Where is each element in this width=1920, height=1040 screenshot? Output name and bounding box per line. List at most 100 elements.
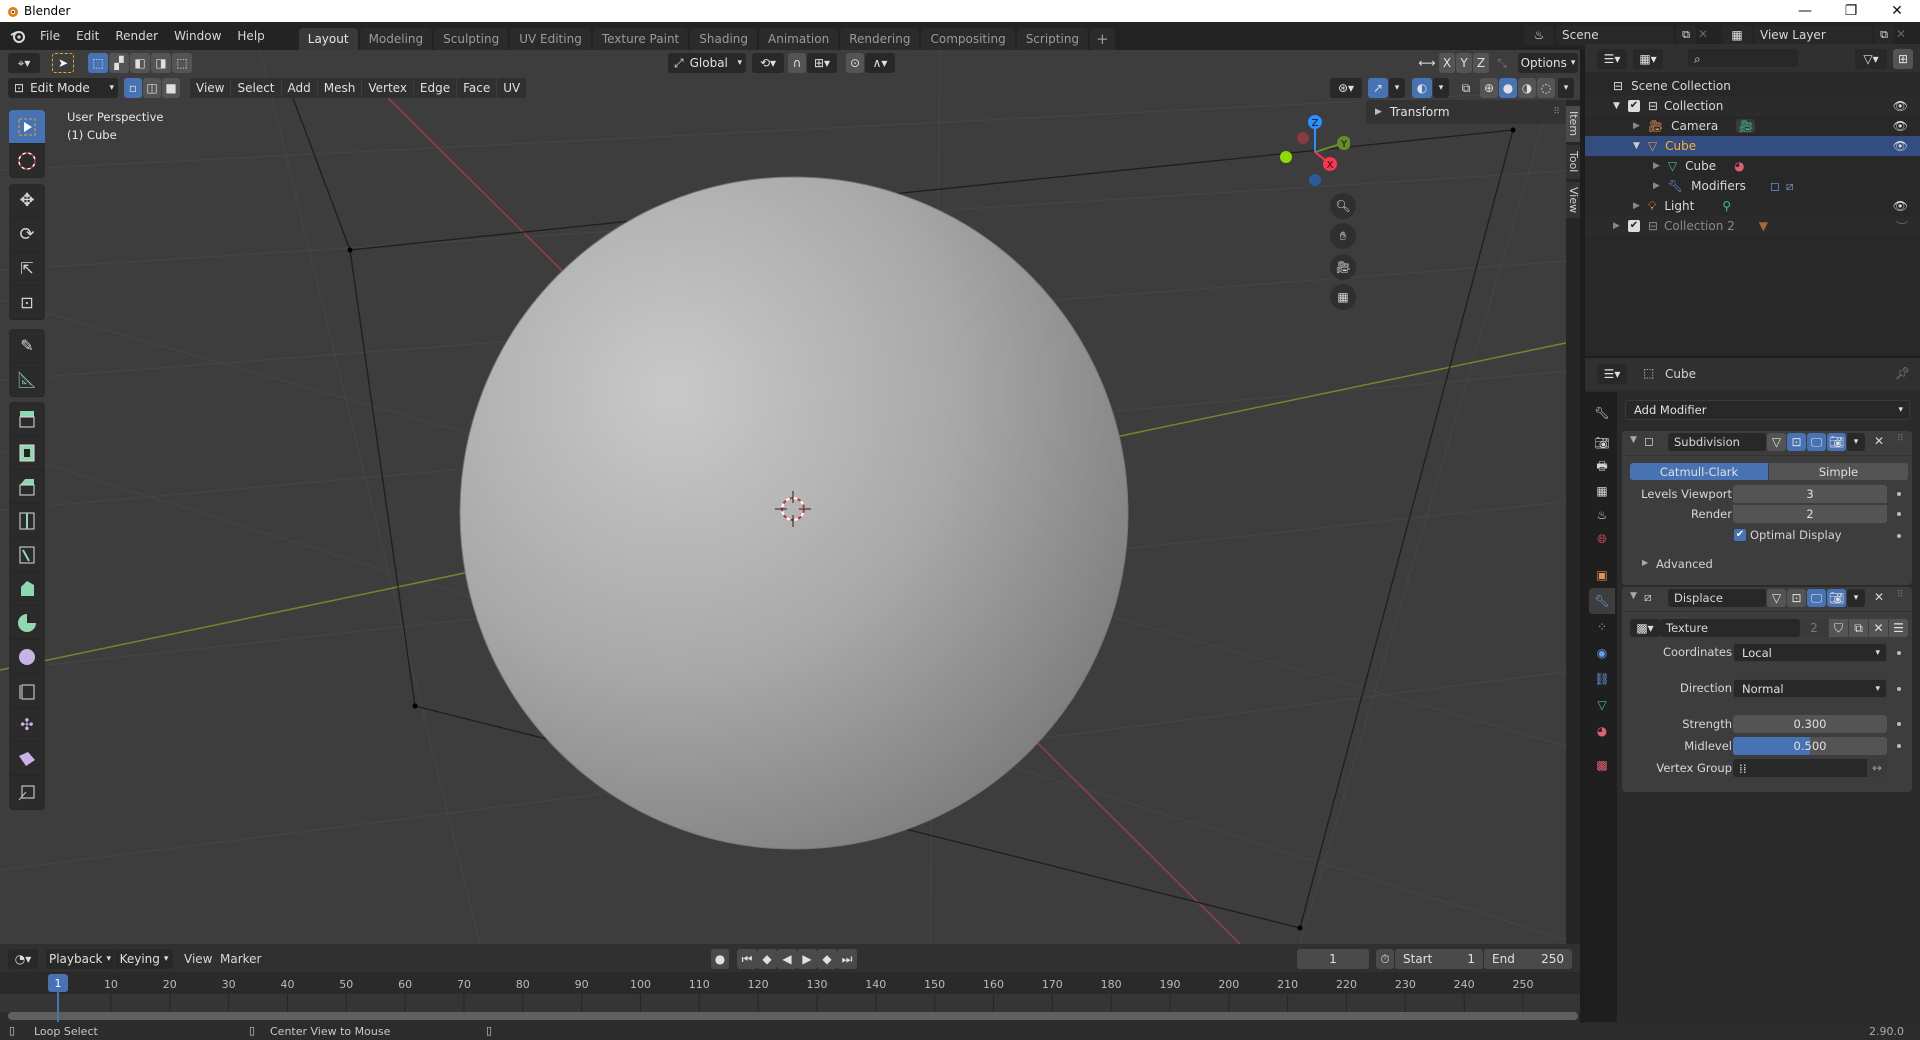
tab-data[interactable]: ▽ xyxy=(1589,692,1615,718)
tool-cursor[interactable] xyxy=(9,144,45,178)
tab-view-layer[interactable]: ▦ xyxy=(1589,478,1615,504)
pivot-point-dropdown[interactable]: ⟲▾ xyxy=(752,53,784,73)
keyframe-dot[interactable] xyxy=(1897,722,1901,726)
outliner-row-scene-collection[interactable]: ⊟ Scene Collection xyxy=(1585,76,1920,96)
menu-render[interactable]: Render xyxy=(107,25,166,47)
outliner-row-modifiers[interactable]: ▶ 🔧︎ Modifiers ◻ ⧄ xyxy=(1585,176,1920,196)
face-select-mode[interactable]: ■ xyxy=(162,78,180,98)
tab-modeling[interactable]: Modeling xyxy=(359,28,433,50)
mirror-z-toggle[interactable]: Z xyxy=(1473,53,1489,73)
tab-particles[interactable]: ⁘ xyxy=(1589,614,1615,640)
tool-extrude-region[interactable] xyxy=(9,402,45,436)
menu-window[interactable]: Window xyxy=(166,25,229,47)
tab-object[interactable]: ▣ xyxy=(1589,562,1615,588)
edit-mode-toggle[interactable]: ▽ xyxy=(1767,433,1786,451)
texture-browse-button[interactable]: ▩▾ xyxy=(1630,619,1660,637)
camera-data-icon[interactable]: 🎥︎ xyxy=(1736,119,1756,133)
overlays-dropdown[interactable]: ▾ xyxy=(1433,78,1449,98)
select-mode-tweak-button[interactable]: ➤ xyxy=(52,53,74,73)
xray-toggle[interactable]: ⧉ xyxy=(1456,78,1476,98)
tool-loop-cut[interactable] xyxy=(9,504,45,538)
outliner-search[interactable]: ⌕ xyxy=(1688,49,1798,67)
jump-to-end-button[interactable]: ⏭ xyxy=(837,949,857,969)
auto-keying-toggle[interactable]: ● xyxy=(711,949,729,969)
delete-view-layer-button[interactable]: ✕ xyxy=(1896,27,1906,41)
select-extend-button[interactable]: ▞ xyxy=(109,53,129,73)
editor-type-button[interactable]: ⌖▾ xyxy=(8,53,40,73)
proportional-edit-toggle[interactable]: ⊙ xyxy=(846,53,864,73)
select-subtract-button[interactable]: ◧ xyxy=(130,53,150,73)
menu-select[interactable]: Select xyxy=(231,78,281,98)
transform-orientation-dropdown[interactable]: ⤢ Global ▾ xyxy=(668,53,746,73)
shading-material[interactable]: ◑ xyxy=(1518,78,1536,98)
tab-constraints[interactable]: ⛓︎ xyxy=(1589,666,1615,692)
viewport-display-toggle[interactable]: 🖵︎ xyxy=(1807,433,1826,451)
tab-compositing[interactable]: Compositing xyxy=(921,28,1015,50)
direction-dropdown[interactable]: Normal ▾ xyxy=(1733,679,1887,698)
tool-shear[interactable] xyxy=(9,742,45,776)
display-mode-dropdown[interactable]: ▦▾ xyxy=(1633,49,1663,69)
options-dropdown[interactable]: Options ▾ xyxy=(1518,53,1578,73)
gizmo-toggle[interactable]: ↗ xyxy=(1368,78,1388,98)
menu-uv[interactable]: UV xyxy=(497,78,527,98)
tool-inset-faces[interactable] xyxy=(9,436,45,470)
menu-view[interactable]: View xyxy=(190,78,231,98)
tab-world[interactable]: 🌐︎ xyxy=(1589,526,1615,552)
view-layer-name-field[interactable]: View Layer xyxy=(1754,25,1872,45)
shading-wireframe[interactable]: ⊕ xyxy=(1480,78,1498,98)
tab-shading[interactable]: Shading xyxy=(690,28,757,50)
tool-spin[interactable] xyxy=(9,606,45,640)
eye-icon[interactable]: 👁︎ xyxy=(1893,139,1908,153)
proportional-falloff-dropdown[interactable]: ∧▾ xyxy=(865,53,895,73)
expand-arrow-icon[interactable]: ▶ xyxy=(1653,181,1660,191)
expand-arrow-icon[interactable]: ▶ xyxy=(1633,121,1640,131)
add-workspace-button[interactable]: + xyxy=(1090,28,1115,50)
start-frame-field[interactable]: Start 1 xyxy=(1395,949,1483,969)
sidebar-tab-tool[interactable]: Tool xyxy=(1566,145,1580,179)
tab-sculpting[interactable]: Sculpting xyxy=(434,28,509,50)
add-modifier-dropdown[interactable]: Add Modifier ▾ xyxy=(1625,400,1910,420)
mode-dropdown[interactable]: ⊡ Edit Mode ▾ xyxy=(8,78,118,98)
eye-icon[interactable]: 👁︎ xyxy=(1893,199,1908,213)
keyframe-dot[interactable] xyxy=(1897,534,1901,538)
modifier-name-field[interactable]: Displace xyxy=(1668,589,1766,607)
gizmo-dropdown[interactable]: ▾ xyxy=(1389,78,1405,98)
tool-measure[interactable]: 📐︎ xyxy=(9,363,45,397)
mirror-toggle[interactable]: ⟷ xyxy=(1416,53,1438,73)
select-invert-button[interactable]: ◨ xyxy=(151,53,171,73)
strength-field[interactable]: 0.300 xyxy=(1733,715,1887,733)
menu-vertex[interactable]: Vertex xyxy=(362,78,413,98)
drag-handle-icon[interactable]: ⠿ xyxy=(1897,434,1904,444)
keyframe-dot[interactable] xyxy=(1897,651,1901,655)
current-frame-field[interactable]: 1 xyxy=(1297,949,1369,969)
scene-name-field[interactable]: Scene xyxy=(1556,25,1674,45)
timeline-menu-marker[interactable]: Marker xyxy=(212,948,269,970)
outliner-editor-type[interactable]: ☰▾ xyxy=(1597,49,1627,69)
zoom-view-button[interactable]: 🔍︎ xyxy=(1330,193,1356,219)
pan-view-button[interactable]: ✋︎ xyxy=(1330,223,1356,249)
render-toggle[interactable]: 📷︎ xyxy=(1827,589,1846,607)
expand-arrow-icon[interactable]: ▶ xyxy=(1633,201,1640,211)
expand-arrow-icon[interactable]: ▶ xyxy=(1653,161,1660,171)
menu-add[interactable]: Add xyxy=(281,78,317,98)
minimize-button[interactable]: — xyxy=(1782,0,1828,22)
transform-panel-header[interactable]: ▶ Transform ⠿ xyxy=(1366,100,1566,124)
jump-keyframe-forward-button[interactable]: ◆ xyxy=(817,949,837,969)
remove-modifier-icon[interactable]: ✕ xyxy=(1874,434,1884,448)
menu-mesh[interactable]: Mesh xyxy=(317,78,362,98)
exclude-checkbox[interactable]: ✔ xyxy=(1627,220,1640,232)
outliner-row-collection-2[interactable]: ▶ ✔ ⊟ Collection 2 ▼ ︶ xyxy=(1585,216,1920,236)
outliner-row-camera[interactable]: ▶ 🎥︎ Camera 🎥︎ 👁︎ xyxy=(1585,116,1920,136)
auto-merge-toggle[interactable]: ⤡ xyxy=(1492,53,1512,73)
timeline-ruler[interactable]: 10 20 30 40 50 60 70 80 90 100 110 120 130 140 150 160 1… xyxy=(0,972,1580,1022)
catmull-clark-option[interactable]: Catmull-Clark xyxy=(1630,463,1768,480)
modifier-extras-dropdown[interactable]: ▾ xyxy=(1847,589,1865,607)
scene-browse-button[interactable]: ♨ xyxy=(1524,25,1554,45)
keying-menu[interactable]: Keying ▾ xyxy=(115,949,173,969)
tool-smooth[interactable] xyxy=(9,640,45,674)
remove-modifier-icon[interactable]: ✕ xyxy=(1874,590,1884,604)
tool-scale[interactable]: ⇱ xyxy=(9,252,45,286)
subdivision-modifier-icon[interactable]: ◻ xyxy=(1770,179,1780,193)
timeline-editor-type[interactable]: ◔▾ xyxy=(8,949,38,969)
collapse-arrow-icon[interactable]: ▼ xyxy=(1630,591,1637,601)
